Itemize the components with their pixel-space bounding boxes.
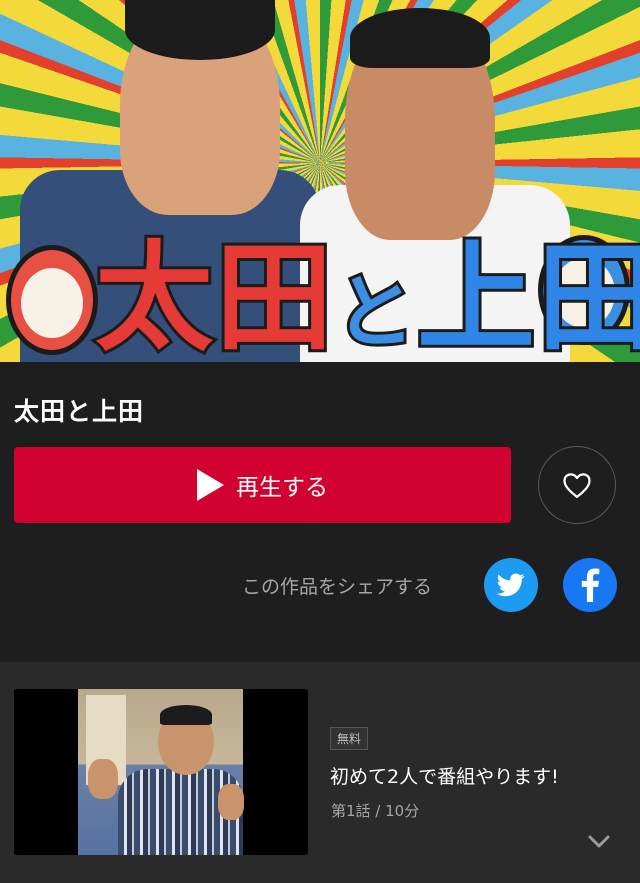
play-icon (197, 469, 224, 501)
program-title: 太田と上田 (14, 397, 145, 426)
twitter-share-button[interactable] (484, 558, 538, 612)
hero-banner: 太 田 と 上 田 (0, 0, 640, 362)
mascot-left-illustration (6, 245, 98, 355)
thumbnail-image (78, 689, 244, 855)
episode-thumbnail[interactable] (14, 689, 308, 855)
logo-char-5: 田 (534, 229, 640, 362)
logo-char-4: 上 (414, 229, 538, 362)
facebook-icon (581, 568, 600, 602)
play-button[interactable]: 再生する (14, 447, 511, 523)
logo-char-3: と (332, 265, 418, 361)
free-badge: 無料 (330, 727, 369, 750)
program-info: 太田と上田 再生する この作品をシェアする (0, 362, 640, 662)
logo-char-1: 太 (92, 229, 216, 362)
twitter-icon (497, 573, 525, 597)
play-button-label: 再生する (236, 475, 328, 501)
expand-button[interactable] (585, 830, 613, 854)
facebook-share-button[interactable] (563, 558, 617, 612)
hero-title-logo: 太 田 と 上 田 (92, 228, 640, 362)
host-right-hair (350, 8, 490, 68)
host-left-hair (125, 0, 275, 60)
share-label: この作品をシェアする (242, 576, 433, 598)
favorite-button[interactable] (538, 446, 616, 524)
episode-title[interactable]: 初めて2人で番組やります! (330, 762, 559, 789)
heart-icon (563, 473, 591, 498)
chevron-down-icon (588, 835, 610, 848)
logo-char-2: 田 (212, 229, 336, 362)
episode-meta: 第1話 / 10分 (331, 802, 420, 820)
